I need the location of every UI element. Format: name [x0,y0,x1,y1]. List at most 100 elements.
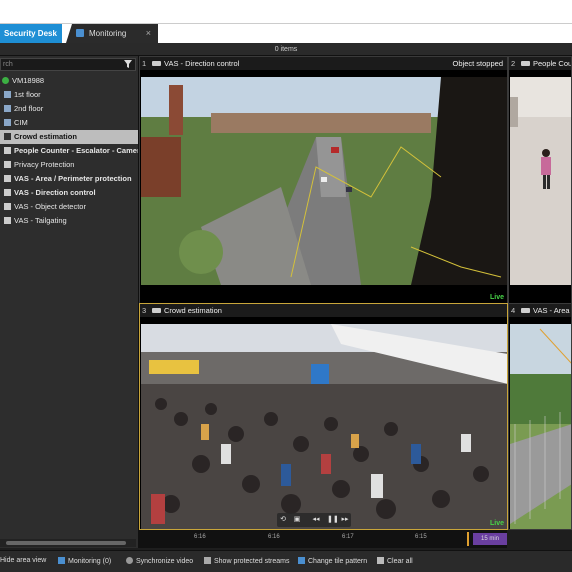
step-back-icon[interactable]: ◂◂ [312,516,320,524]
tree-item-vas-tailgating[interactable]: VAS - Tailgating [0,214,138,228]
step-forward-icon[interactable]: ▸▸ [341,516,349,524]
tree-item-privacy-protection[interactable]: Privacy Protection [0,158,138,172]
tree-item-label: People Counter - Escalator - Camera [14,146,138,155]
tree-item-vas-area[interactable]: VAS - Area / Perimeter protection [0,172,138,186]
timeline-tick: 6:16 [268,534,280,540]
pause-icon[interactable]: ❚❚ [327,516,339,524]
video-tile-4[interactable]: 4 VAS - Area [508,303,572,530]
tile-title: VAS - Area [533,306,570,315]
entity-tree: VM18988 1st floor 2nd floor CIM Crowd es… [0,74,138,228]
tree-item-crowd-estimation[interactable]: Crowd estimation [0,130,138,144]
live-indicator: Live [489,294,504,301]
timeline-cursor[interactable] [467,532,469,546]
floor-icon [4,91,11,98]
floor-icon [4,105,11,112]
tile-header: 2 People Counter [509,57,571,70]
tree-item-1st-floor[interactable]: 1st floor [0,88,138,102]
tree-item-people-counter[interactable]: People Counter - Escalator - Camera [0,144,138,158]
search-placeholder: rch [3,61,13,68]
timeline-tick: 6:17 [342,534,354,540]
video-tile-1[interactable]: 1 VAS - Direction control Object stopped … [139,56,508,304]
stream-icon [204,557,211,564]
tile-title: VAS - Direction control [164,59,240,68]
tree-item-label: VAS - Direction control [14,188,96,197]
video-feed-area-protection [510,324,571,529]
video-feed-direction-control [141,77,507,285]
filter-icon[interactable] [124,60,132,68]
server-icon [2,77,9,84]
timeline[interactable]: 6:16 6:16 6:17 6:15 15 min [139,530,507,548]
tree-item-2nd-floor[interactable]: 2nd floor [0,102,138,116]
bottom-toolbar: Hide area view Monitoring (0) Synchroniz… [0,550,572,572]
horizontal-scrollbar[interactable] [0,539,136,547]
change-tile-pattern-button[interactable]: Change tile pattern [298,557,367,565]
clear-all-button[interactable]: Clear all [377,557,413,565]
tree-item-label: Privacy Protection [14,160,75,169]
clear-icon [377,557,384,564]
tile-header: 3 Crowd estimation [140,304,507,317]
tile-number: 2 [511,59,516,68]
window-titlebar [0,0,572,24]
synchronize-video-label: Synchronize video [136,558,194,565]
search-input[interactable]: rch [0,58,136,71]
camera-icon [152,308,161,313]
tile-title: Crowd estimation [164,306,222,315]
camera-icon [4,217,11,224]
camera-icon [521,308,530,313]
hide-area-view-label: Hide area view [0,557,47,564]
tile-number: 1 [142,59,147,68]
tree-item-vas-direction[interactable]: VAS - Direction control [0,186,138,200]
playback-controls: ⟲ ▣ ◂◂ ❚❚ ▸▸ [277,513,351,527]
monitor-icon [58,557,65,564]
tree-item-label: VM18988 [12,76,45,85]
tree-item-label: VAS - Area / Perimeter protection [14,174,132,183]
tile-view-icon[interactable]: ▣ [293,516,301,524]
tab-monitoring[interactable]: Monitoring × [66,24,158,43]
sync-icon [126,557,133,564]
tree-item-label: CIM [14,118,28,127]
items-count: 0 items [0,43,572,56]
area-icon [4,119,11,126]
camera-icon [4,133,11,140]
camera-icon [4,175,11,182]
tree-item-label: 2nd floor [14,104,44,113]
timeline-tick: 6:15 [415,534,427,540]
synchronize-video-button[interactable]: Synchronize video [126,557,193,565]
video-feed-people-counter [510,77,571,285]
video-tile-2[interactable]: 2 People Counter [508,56,572,304]
tree-item-cim[interactable]: CIM [0,116,138,130]
clear-all-label: Clear all [387,558,413,565]
rewind-icon[interactable]: ⟲ [279,516,287,524]
video-tile-3[interactable]: 3 Crowd estimation Live [139,303,508,530]
monitoring-icon [76,29,84,37]
monitoring-label: Monitoring (0) [68,558,112,565]
tree-item-label: 1st floor [14,90,41,99]
camera-icon [4,147,11,154]
monitoring-button[interactable]: Monitoring (0) [58,557,111,565]
scroll-thumb[interactable] [6,541,126,545]
tile-status: Object stopped [452,59,503,68]
tile-header: 4 VAS - Area [509,304,571,317]
show-protected-streams-label: Show protected streams [214,558,290,565]
camera-icon [4,203,11,210]
close-icon[interactable]: × [146,24,151,43]
video-feed-crowd [141,324,507,529]
tree-item-server[interactable]: VM18988 [0,74,138,88]
tree-item-label: VAS - Object detector [14,202,86,211]
live-indicator: Live [489,520,504,527]
show-protected-streams-button[interactable]: Show protected streams [204,557,289,565]
timeline-tick: 6:16 [194,534,206,540]
camera-icon [4,161,11,168]
camera-icon [521,61,530,66]
tile-number: 3 [142,306,147,315]
tile-header: 1 VAS - Direction control Object stopped [140,57,507,70]
area-view-panel: rch VM18988 1st floor 2nd floor CIM Crow… [0,56,139,548]
hide-area-view-button[interactable]: Hide area view [0,557,46,564]
tree-item-label: Crowd estimation [14,132,77,141]
tree-item-vas-object-detector[interactable]: VAS - Object detector [0,200,138,214]
timeline-range[interactable]: 15 min [473,533,507,545]
tile-number: 4 [511,306,516,315]
tree-item-label: VAS - Tailgating [14,216,67,225]
tab-monitoring-label: Monitoring [89,29,127,38]
tab-security-desk[interactable]: Security Desk [0,24,62,43]
